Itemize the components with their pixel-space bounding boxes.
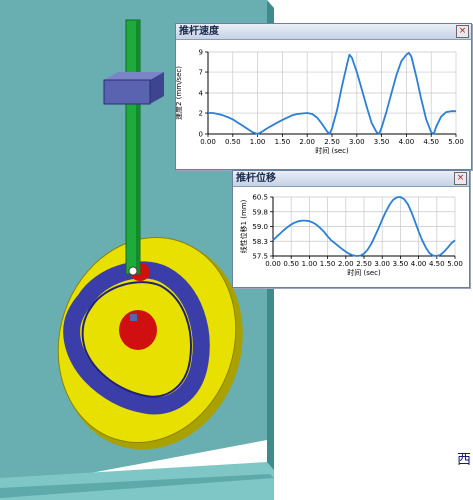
speed-chart-window: 推杆速度 × 0.00 0.50 1.00 1.50 2.00 2.50 3.00 3.50 4… <box>175 23 472 170</box>
y-axis-label: 线性位移1 (mm) <box>239 199 248 253</box>
y-tick-label: 7 <box>199 69 203 77</box>
x-tick-label: 3.00 <box>374 260 390 268</box>
x-tick-label: 1.00 <box>302 260 318 268</box>
x-tick-label: 2.00 <box>338 260 354 268</box>
y-tick-label: 2 <box>199 110 203 118</box>
x-tick-label: 0.00 <box>200 138 216 146</box>
x-axis-label: 时间 (sec) <box>315 146 349 155</box>
y-tick-label: 9 <box>199 49 203 57</box>
cam-hub <box>119 310 157 350</box>
x-tick-label: 4.50 <box>423 138 439 146</box>
rod-pin <box>128 266 138 276</box>
x-tick-label: 0.50 <box>225 138 241 146</box>
x-tick-label: 3.50 <box>393 260 409 268</box>
x-tick-label: 2.50 <box>324 138 340 146</box>
x-tick-label: 5.00 <box>448 138 464 146</box>
x-axis-label: 时间 (sec) <box>347 268 381 277</box>
x-tick-label: 1.50 <box>320 260 336 268</box>
disp-window-title: 推杆位移 <box>236 173 276 184</box>
y-tick-label: 57.5 <box>252 253 268 261</box>
displacement-chart-window: 推杆位移 × 0.00 0.50 1.00 1.50 2.00 2.50 3.00 3.50 4… <box>232 170 470 288</box>
x-tick-label: 0.00 <box>265 260 281 268</box>
y-tick-label: 59.0 <box>252 223 268 231</box>
x-tick-label: 5.00 <box>447 260 463 268</box>
y-tick-label: 0 <box>199 131 203 139</box>
x-tick-label: 4.50 <box>429 260 445 268</box>
cam-key <box>130 314 137 321</box>
x-tick-label: 1.50 <box>275 138 291 146</box>
push-rod-shade <box>136 20 140 274</box>
y-tick-label: 59.8 <box>252 208 268 216</box>
guide-block-front <box>103 79 151 105</box>
speed-line-chart: 0.00 0.50 1.00 1.50 2.00 2.50 3.00 3.50 4.00 4.50… <box>176 49 464 156</box>
y-tick-label: 60.5 <box>252 194 268 202</box>
close-icon[interactable]: × <box>456 25 469 38</box>
corner-watermark-text: 西 <box>457 452 471 468</box>
x-tick-label: 1.00 <box>250 138 266 146</box>
x-tick-label: 4.00 <box>411 260 427 268</box>
displacement-line-chart: 0.00 0.50 1.00 1.50 2.00 2.50 3.00 3.50 4.00 4.50… <box>239 194 463 278</box>
speed-window-titlebar[interactable]: 推杆速度 × <box>176 24 471 40</box>
x-tick-label: 4.00 <box>399 138 415 146</box>
x-tick-label: 0.50 <box>283 260 299 268</box>
x-tick-label: 2.00 <box>299 138 315 146</box>
close-icon[interactable]: × <box>454 172 467 185</box>
x-tick-label: 3.50 <box>374 138 390 146</box>
y-axis-label: 速度2 (mm/sec) <box>176 66 183 120</box>
x-tick-label: 3.00 <box>349 138 365 146</box>
y-tick-label: 58.3 <box>252 238 268 246</box>
disp-window-titlebar[interactable]: 推杆位移 × <box>233 171 469 187</box>
speed-window-title: 推杆速度 <box>179 26 219 37</box>
y-tick-label: 4 <box>199 90 204 98</box>
x-tick-label: 2.50 <box>356 260 372 268</box>
